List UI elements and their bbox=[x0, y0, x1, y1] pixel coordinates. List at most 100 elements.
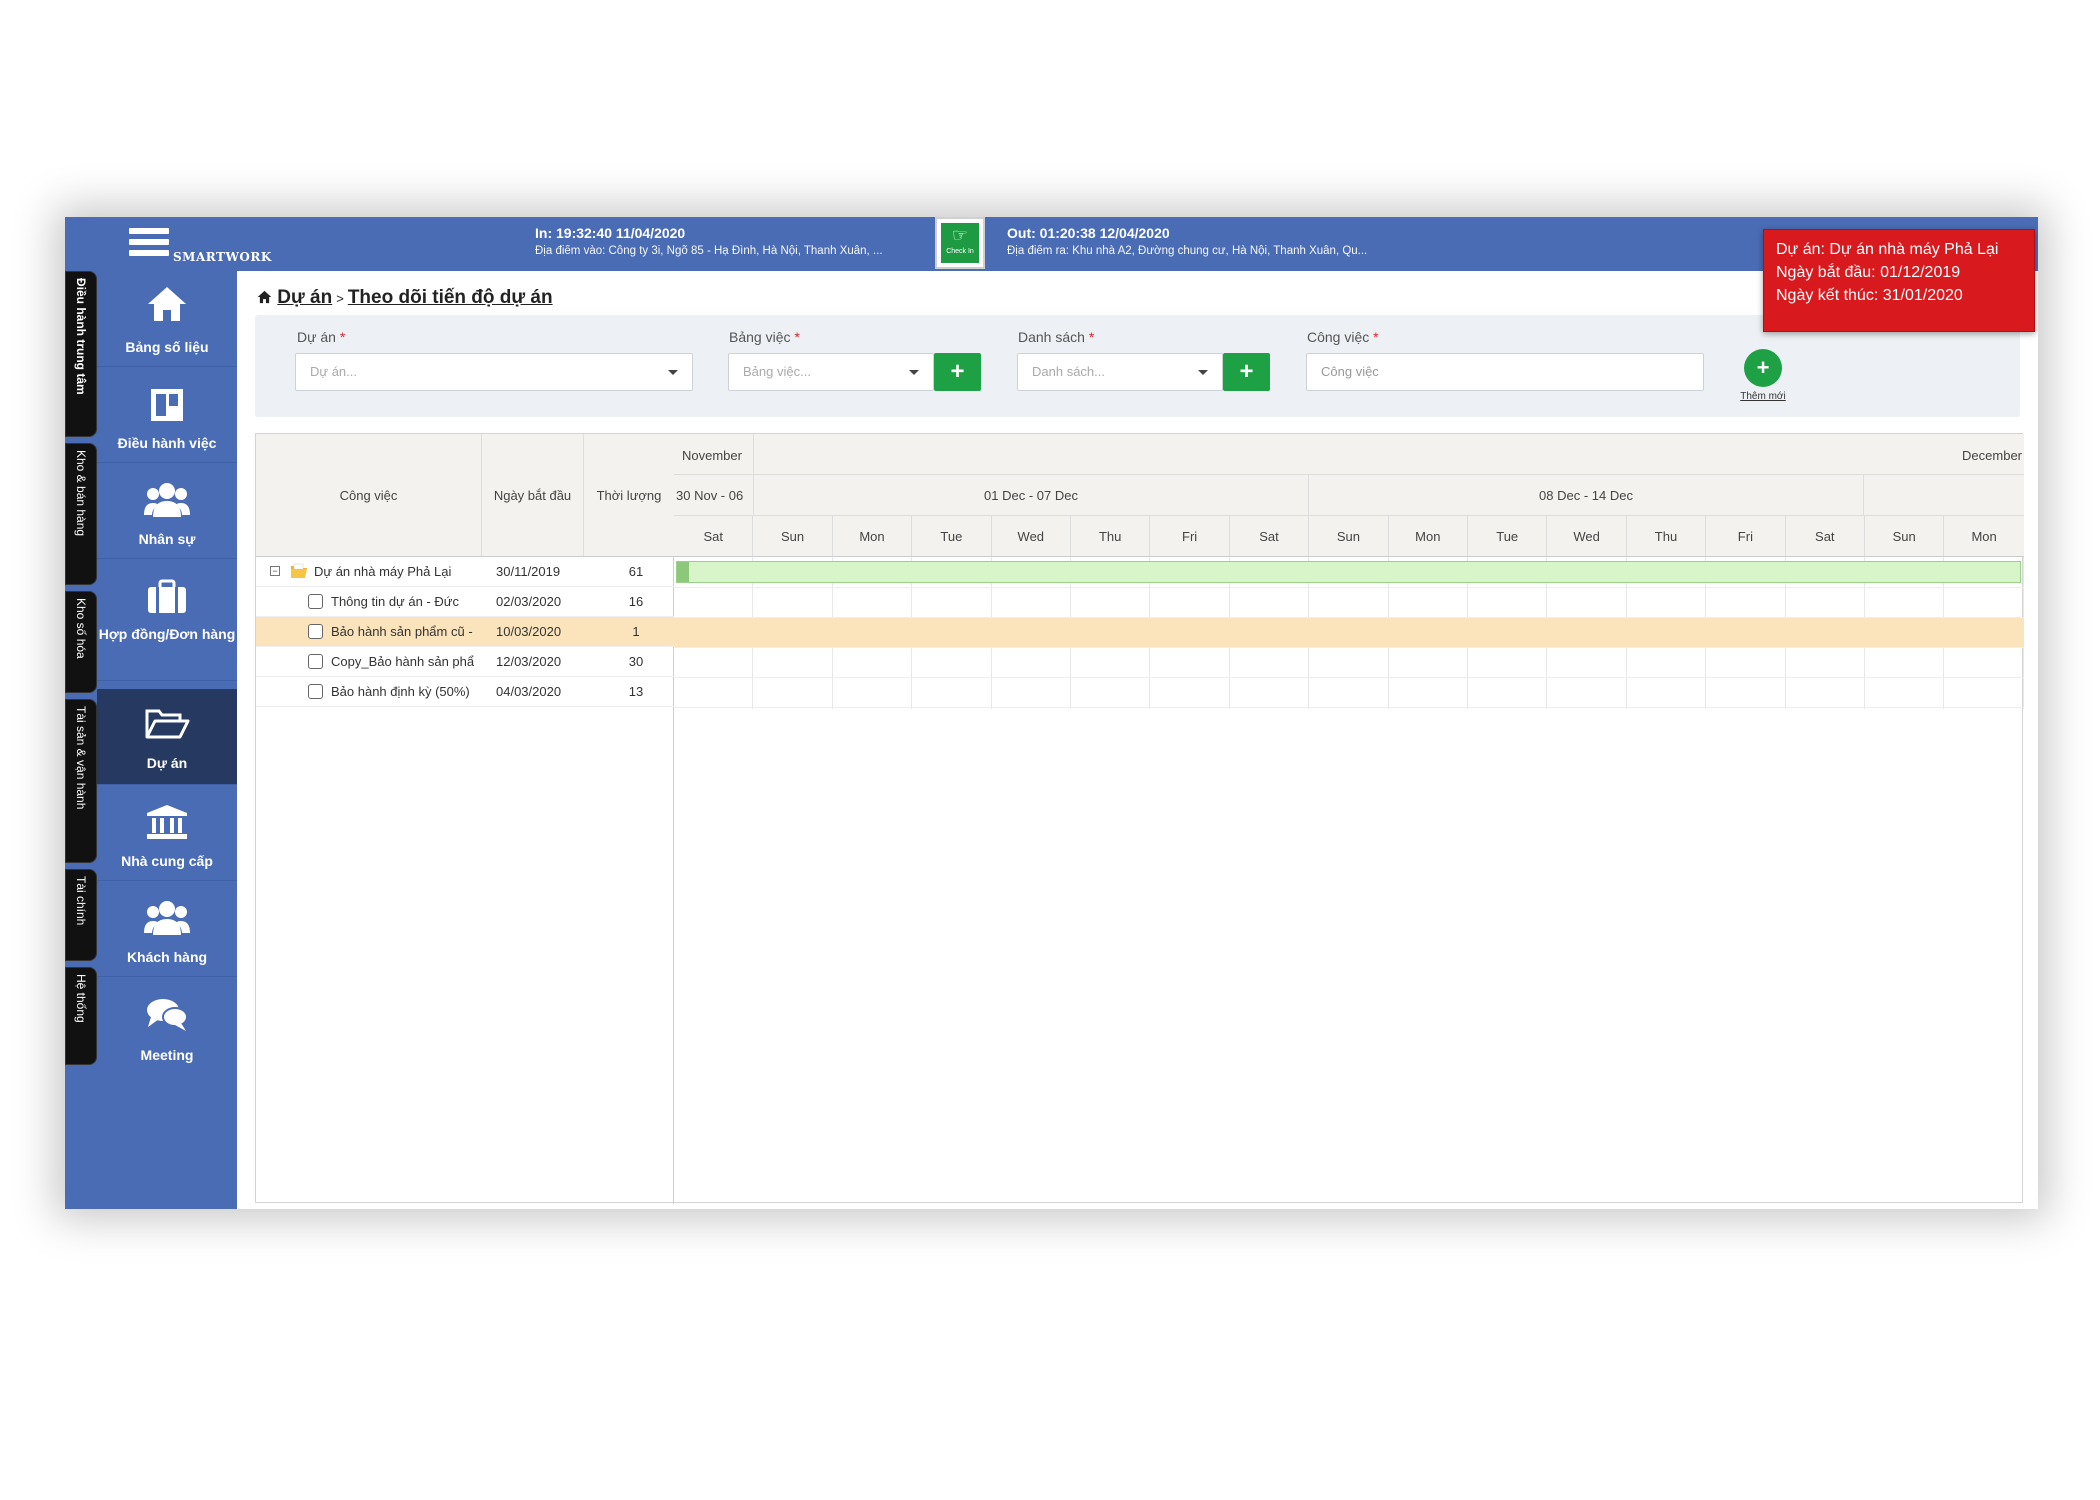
check-in-button[interactable]: ☞ Check In bbox=[935, 217, 985, 269]
task-input[interactable]: Công việc bbox=[1306, 353, 1704, 391]
sidebar-item-hr[interactable]: Nhân sự bbox=[97, 463, 237, 559]
module-tab-label: Tài chính bbox=[74, 876, 88, 926]
row-divider bbox=[674, 647, 2024, 648]
day-header: Thu bbox=[1071, 516, 1151, 557]
sidebar-item-label: Khách hàng bbox=[126, 949, 208, 965]
day-header: Thu bbox=[1626, 516, 1707, 557]
module-tab-central[interactable]: Điều hành trung tâm bbox=[65, 271, 97, 437]
users-icon bbox=[144, 901, 190, 935]
board-icon bbox=[151, 389, 183, 421]
add-board-button[interactable]: + bbox=[934, 353, 981, 391]
check-in-button-label: Check In bbox=[946, 248, 974, 255]
add-list-button[interactable]: + bbox=[1223, 353, 1270, 391]
sidebar-item-label: Nhân sự bbox=[138, 531, 196, 547]
gantt-chart: Công việc Ngày bắt đầu Thời lượng − Dự á… bbox=[255, 433, 2024, 1204]
row-divider bbox=[674, 617, 2024, 618]
module-tab-label: Kho & bán hàng bbox=[74, 450, 88, 537]
chevron-down-icon bbox=[1198, 370, 1208, 375]
day-header: Tue bbox=[912, 516, 992, 557]
module-tabs: Điều hành trung tâm Kho & bán hàng Kho s… bbox=[65, 271, 97, 1209]
folder-open-icon bbox=[145, 709, 190, 739]
day-header: Sat bbox=[1229, 516, 1310, 557]
module-tab-finance[interactable]: Tài chính bbox=[65, 869, 97, 961]
task-filter-label: Công việc * bbox=[1307, 329, 1379, 345]
module-tab-system[interactable]: Hệ thống bbox=[65, 967, 97, 1065]
sidebar-item-label: Dự án bbox=[146, 755, 188, 771]
module-tab-sales[interactable]: Kho & bán hàng bbox=[65, 443, 97, 585]
task-checkbox[interactable] bbox=[308, 594, 323, 609]
filter-panel: Dự án * Dự án... Bảng việc * Bảng việc..… bbox=[255, 315, 2020, 417]
breadcrumb-root-link[interactable]: Dự án bbox=[277, 287, 332, 308]
plus-icon: + bbox=[1744, 349, 1782, 387]
table-row[interactable]: Copy_Bảo hành sản phẩ 12/03/2020 30 bbox=[256, 647, 674, 677]
task-checkbox[interactable] bbox=[308, 684, 323, 699]
brand-logo: SMARTWORK bbox=[173, 250, 272, 264]
gantt-timeline: November December 30 Nov - 06 01 Dec - 0… bbox=[674, 434, 2024, 1204]
chevron-down-icon bbox=[909, 370, 919, 375]
sidebar-item-contracts[interactable]: Hợp đồng/Đơn hàng bbox=[97, 559, 237, 681]
home-icon[interactable] bbox=[257, 290, 272, 304]
day-header: Mon bbox=[1388, 516, 1468, 557]
module-tab-assets[interactable]: Tài sản & vận hành bbox=[65, 699, 97, 863]
task-start: 10/03/2020 bbox=[496, 624, 562, 639]
task-start: 04/03/2020 bbox=[496, 684, 562, 699]
add-new-label: Thêm mới bbox=[1740, 391, 1786, 402]
day-header: Fri bbox=[1150, 516, 1230, 557]
task-duration: 16 bbox=[628, 594, 644, 609]
sidebar-item-customers[interactable]: Khách hàng bbox=[97, 881, 237, 977]
day-header: Wed bbox=[1547, 516, 1627, 557]
menu-icon[interactable] bbox=[129, 228, 169, 262]
collapse-icon[interactable]: − bbox=[270, 566, 280, 576]
task-name: Dự án nhà máy Phả Lại bbox=[314, 564, 452, 579]
breadcrumb-current-link[interactable]: Theo dõi tiến độ dự án bbox=[348, 287, 553, 308]
task-checkbox[interactable] bbox=[308, 624, 323, 639]
check-in-time: In: 19:32:40 11/04/2020 bbox=[535, 225, 686, 241]
day-header: Mon bbox=[1944, 516, 2024, 557]
task-duration: 61 bbox=[628, 564, 644, 579]
check-out-time: Out: 01:20:38 12/04/2020 bbox=[1007, 225, 1170, 241]
sidebar: Bảng số liệu Điều hành việc Nhân sự Hợp … bbox=[97, 271, 237, 1209]
day-header: Tue bbox=[1468, 516, 1548, 557]
project-bar[interactable] bbox=[676, 561, 2021, 583]
task-duration: 30 bbox=[628, 654, 644, 669]
list-select[interactable]: Danh sách... bbox=[1017, 353, 1223, 391]
table-row[interactable]: − Dự án nhà máy Phả Lại 30/11/2019 61 bbox=[256, 557, 674, 587]
sidebar-item-suppliers[interactable]: Nhà cung cấp bbox=[97, 785, 237, 881]
sidebar-item-projects[interactable]: Dự án bbox=[97, 689, 237, 785]
board-select[interactable]: Bảng việc... bbox=[728, 353, 934, 391]
task-start: 12/03/2020 bbox=[496, 654, 562, 669]
table-row[interactable]: Thông tin dự án - Đức 02/03/2020 16 bbox=[256, 587, 674, 617]
module-tab-label: Tài sản & vận hành bbox=[74, 706, 88, 810]
sidebar-item-meeting[interactable]: Meeting bbox=[97, 977, 237, 1073]
module-tab-label: Kho số hóa bbox=[74, 598, 88, 659]
table-row[interactable]: Bảo hành sản phẩm cũ - 10/03/2020 1 bbox=[256, 617, 674, 647]
chat-icon bbox=[147, 999, 188, 1031]
add-new-button[interactable]: + Thêm mới bbox=[1733, 349, 1793, 402]
month-header: December bbox=[754, 434, 2024, 475]
task-checkbox[interactable] bbox=[308, 654, 323, 669]
column-header-task[interactable]: Công việc bbox=[256, 434, 482, 557]
row-divider bbox=[674, 587, 2024, 588]
top-bar: SMARTWORK In: 19:32:40 11/04/2020 Địa đi… bbox=[65, 217, 2038, 271]
tooltip-project: Dự án: Dự án nhà máy Phả Lại bbox=[1776, 241, 1999, 258]
task-name: Bảo hành định kỳ (50%) bbox=[331, 684, 470, 699]
folder-icon bbox=[291, 563, 307, 578]
sidebar-item-dashboard[interactable]: Bảng số liệu bbox=[97, 271, 237, 367]
check-out-info: Out: 01:20:38 12/04/2020 Địa điểm ra: Kh… bbox=[1007, 225, 1367, 257]
column-header-duration[interactable]: Thời lượng bbox=[584, 434, 674, 557]
task-name: Thông tin dự án - Đức bbox=[331, 594, 459, 609]
module-tab-digital[interactable]: Kho số hóa bbox=[65, 591, 97, 693]
breadcrumb-separator: > bbox=[336, 291, 344, 306]
project-tooltip: Dự án: Dự án nhà máy Phả Lại Ngày bắt đầ… bbox=[1763, 229, 2035, 332]
sidebar-item-label: Hợp đồng/Đơn hàng bbox=[98, 626, 236, 642]
tooltip-start: Ngày bắt đầu: 01/12/2019 bbox=[1776, 264, 1961, 281]
project-select[interactable]: Dự án... bbox=[295, 353, 693, 391]
row-divider bbox=[674, 677, 2024, 678]
hand-pointer-icon: ☞ bbox=[951, 225, 969, 245]
table-row[interactable]: Bảo hành định kỳ (50%) 04/03/2020 13 bbox=[256, 677, 674, 707]
column-header-start[interactable]: Ngày bắt đầu bbox=[482, 434, 584, 557]
check-in-info: In: 19:32:40 11/04/2020 Địa điểm vào: Cô… bbox=[535, 225, 883, 257]
week-header: 01 Dec - 07 Dec bbox=[754, 475, 1309, 516]
bank-icon bbox=[147, 805, 187, 839]
sidebar-item-tasks[interactable]: Điều hành việc bbox=[97, 367, 237, 463]
